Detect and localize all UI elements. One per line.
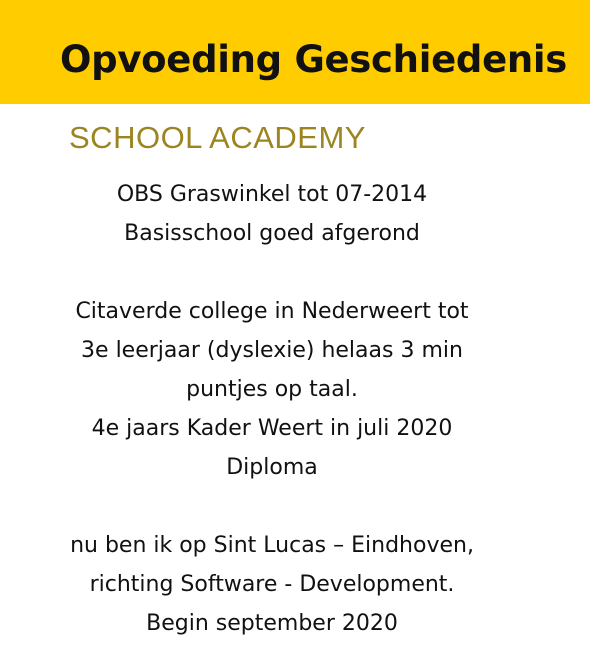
text-line: richting Software - Development. [89,572,455,597]
paragraph-primary-school: OBS Graswinkel tot 07-2014 Basisschool g… [0,175,544,253]
text-line: Citaverde college in Nederweert tot [75,299,469,324]
text-line: OBS Graswinkel tot 07-2014 [116,182,428,207]
paragraph-current-school: nu ben ik op Sint Lucas – Eindhoven, ric… [0,526,544,643]
text-line: puntjes op taal. [186,377,358,402]
section-heading: SCHOOL ACADEMY [69,120,366,155]
header-banner: Opvoeding Geschiedenis [0,0,590,104]
text-line: nu ben ik op Sint Lucas – Eindhoven, [70,533,474,558]
text-line: 3e leerjaar (dyslexie) helaas 3 min [81,338,463,363]
page-title: Opvoeding Geschiedenis [60,38,568,81]
text-line: Begin september 2020 [146,611,398,636]
text-line: 4e jaars Kader Weert in juli 2020 [91,416,453,441]
paragraph-secondary-school: Citaverde college in Nederweert tot 3e l… [0,292,544,487]
text-line: Diploma [226,455,318,480]
text-line: Basisschool goed afgerond [124,221,420,246]
education-history: OBS Graswinkel tot 07-2014 Basisschool g… [0,175,544,643]
